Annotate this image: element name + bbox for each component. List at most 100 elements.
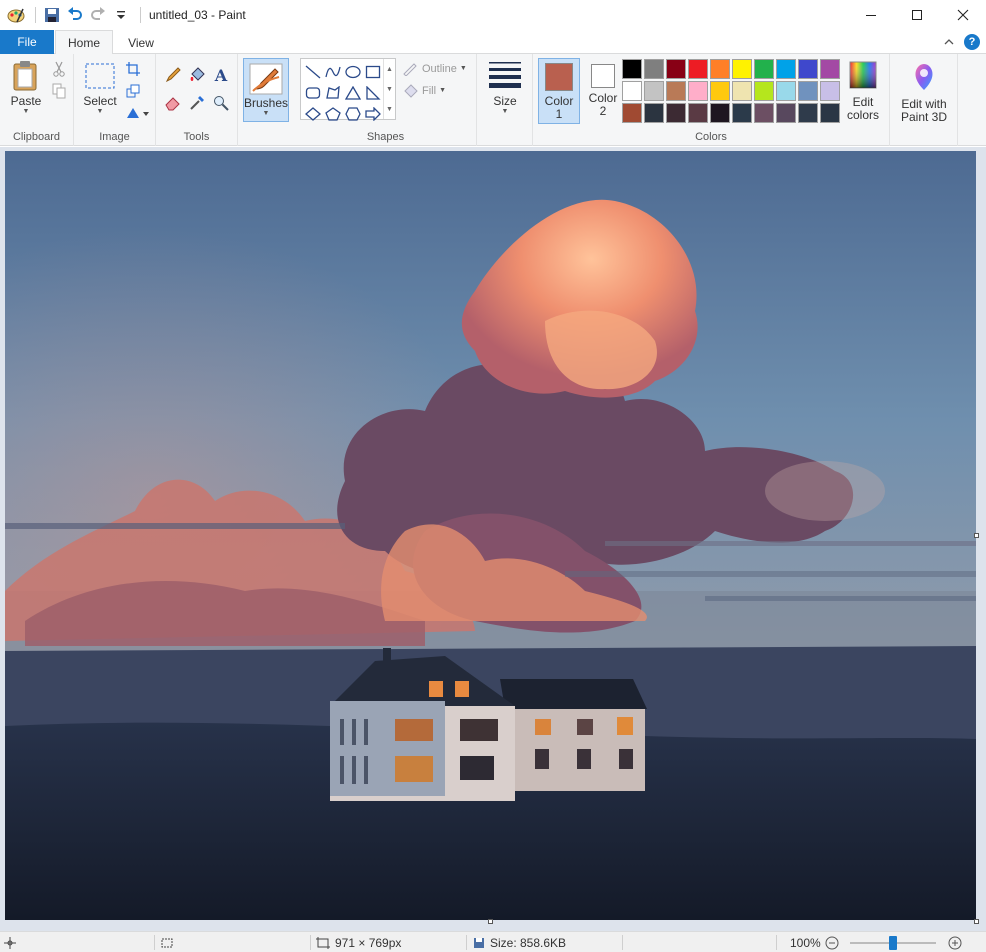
save-icon[interactable] [42, 5, 62, 25]
palette-color-swatch[interactable] [754, 81, 774, 101]
canvas-resize-handle-corner[interactable] [974, 919, 979, 924]
size-button[interactable]: Size ▼ [485, 60, 525, 116]
status-separator [622, 935, 623, 950]
paste-button[interactable]: Paste ▼ [6, 60, 46, 116]
canvas-resize-handle-bottom[interactable] [488, 919, 493, 924]
palette-color-swatch[interactable] [820, 81, 840, 101]
zoom-slider-thumb[interactable] [889, 936, 897, 950]
triangle-shape-icon[interactable] [343, 83, 363, 102]
resize-icon[interactable] [124, 82, 142, 100]
cut-icon[interactable] [50, 60, 68, 78]
palette-color-swatch[interactable] [710, 59, 730, 79]
magnifier-icon[interactable] [212, 94, 230, 112]
edit-colors-button[interactable]: Edit colors [843, 60, 883, 122]
rounded-rectangle-shape-icon[interactable] [303, 83, 323, 102]
palette-color-swatch[interactable] [688, 103, 708, 123]
polygon-shape-icon[interactable] [323, 83, 343, 102]
zoom-in-button[interactable] [948, 932, 962, 952]
eraser-icon[interactable] [164, 94, 182, 112]
copy-icon[interactable] [50, 82, 68, 100]
tab-home[interactable]: Home [55, 30, 113, 55]
zoom-slider[interactable] [850, 932, 936, 952]
collapse-ribbon-icon[interactable] [940, 33, 958, 51]
tab-view[interactable]: View [116, 30, 166, 55]
zoom-level: 100% [790, 935, 821, 950]
text-tool-icon[interactable]: A [212, 66, 230, 85]
palette-color-swatch[interactable] [776, 59, 796, 79]
select-icon [85, 63, 115, 89]
pencil-icon[interactable] [164, 66, 182, 84]
size-group: Size ▼ [477, 54, 533, 146]
rotate-icon[interactable] [124, 104, 150, 122]
color-palette [621, 58, 841, 124]
color-picker-icon[interactable] [188, 94, 206, 112]
palette-color-swatch[interactable] [710, 103, 730, 123]
palette-color-swatch[interactable] [732, 103, 752, 123]
paste-icon [13, 61, 37, 91]
shapes-more-icon[interactable]: ▼ [386, 106, 393, 113]
help-icon[interactable]: ? [964, 34, 980, 50]
drawing-canvas[interactable] [5, 151, 976, 920]
shapes-scroll[interactable]: ▲ ▼ ▼ [383, 59, 395, 119]
right-triangle-shape-icon[interactable] [363, 83, 383, 102]
undo-icon[interactable] [65, 5, 85, 25]
customize-qat-icon[interactable] [111, 5, 131, 25]
outline-button[interactable]: Outline ▼ [402, 62, 467, 76]
canvas-resize-handle-right[interactable] [974, 533, 979, 538]
palette-color-swatch[interactable] [820, 103, 840, 123]
palette-color-swatch[interactable] [798, 103, 818, 123]
zoom-out-button[interactable] [825, 932, 839, 952]
brushes-label: Brushes [243, 96, 289, 110]
tab-file[interactable]: File [0, 30, 54, 54]
color2-button[interactable]: Color 2 [584, 62, 622, 118]
palette-color-swatch[interactable] [666, 59, 686, 79]
select-button[interactable]: Select ▼ [80, 62, 120, 116]
edit-with-paint3d-button[interactable]: Edit with Paint 3D [894, 62, 954, 124]
shapes-scroll-down-icon[interactable]: ▼ [386, 86, 393, 93]
palette-color-swatch[interactable] [754, 59, 774, 79]
brushes-button[interactable]: Brushes ▼ [243, 58, 289, 122]
palette-color-swatch[interactable] [798, 59, 818, 79]
palette-color-swatch[interactable] [776, 103, 796, 123]
palette-color-swatch[interactable] [622, 81, 642, 101]
palette-color-swatch[interactable] [644, 81, 664, 101]
palette-color-swatch[interactable] [732, 81, 752, 101]
rectangle-shape-icon[interactable] [363, 62, 383, 81]
palette-color-swatch[interactable] [622, 59, 642, 79]
outline-icon [403, 63, 417, 76]
palette-color-swatch[interactable] [776, 81, 796, 101]
maximize-button[interactable] [894, 0, 940, 30]
shapes-group-label: Shapes [366, 131, 405, 143]
palette-color-swatch[interactable] [754, 103, 774, 123]
palette-color-swatch[interactable] [666, 103, 686, 123]
palette-color-swatch[interactable] [820, 59, 840, 79]
crop-icon[interactable] [124, 60, 142, 78]
palette-color-swatch[interactable] [622, 103, 642, 123]
shapes-scroll-up-icon[interactable]: ▲ [386, 66, 393, 73]
arrow-shape-icon[interactable] [363, 104, 383, 123]
palette-color-swatch[interactable] [666, 81, 686, 101]
close-button[interactable] [940, 0, 986, 30]
palette-color-swatch[interactable] [644, 103, 664, 123]
size-label: Size [493, 94, 517, 108]
hexagon-shape-icon[interactable] [343, 104, 363, 123]
minimize-button[interactable] [848, 0, 894, 30]
palette-color-swatch[interactable] [644, 59, 664, 79]
curve-shape-icon[interactable] [323, 62, 343, 81]
diamond-shape-icon[interactable] [303, 104, 323, 123]
color1-button[interactable]: Color 1 [538, 58, 580, 124]
palette-color-swatch[interactable] [688, 81, 708, 101]
paint-app-icon[interactable] [6, 5, 26, 25]
oval-shape-icon[interactable] [343, 62, 363, 81]
pentagon-shape-icon[interactable] [323, 104, 343, 123]
line-size-icon [489, 62, 521, 88]
line-shape-icon[interactable] [303, 62, 323, 81]
fill-button[interactable]: Fill ▼ [402, 84, 446, 98]
palette-color-swatch[interactable] [688, 59, 708, 79]
palette-color-swatch[interactable] [710, 81, 730, 101]
fill-bucket-icon[interactable] [188, 66, 206, 84]
redo-icon[interactable] [88, 5, 108, 25]
palette-color-swatch[interactable] [798, 81, 818, 101]
window-controls [848, 0, 986, 30]
palette-color-swatch[interactable] [732, 59, 752, 79]
